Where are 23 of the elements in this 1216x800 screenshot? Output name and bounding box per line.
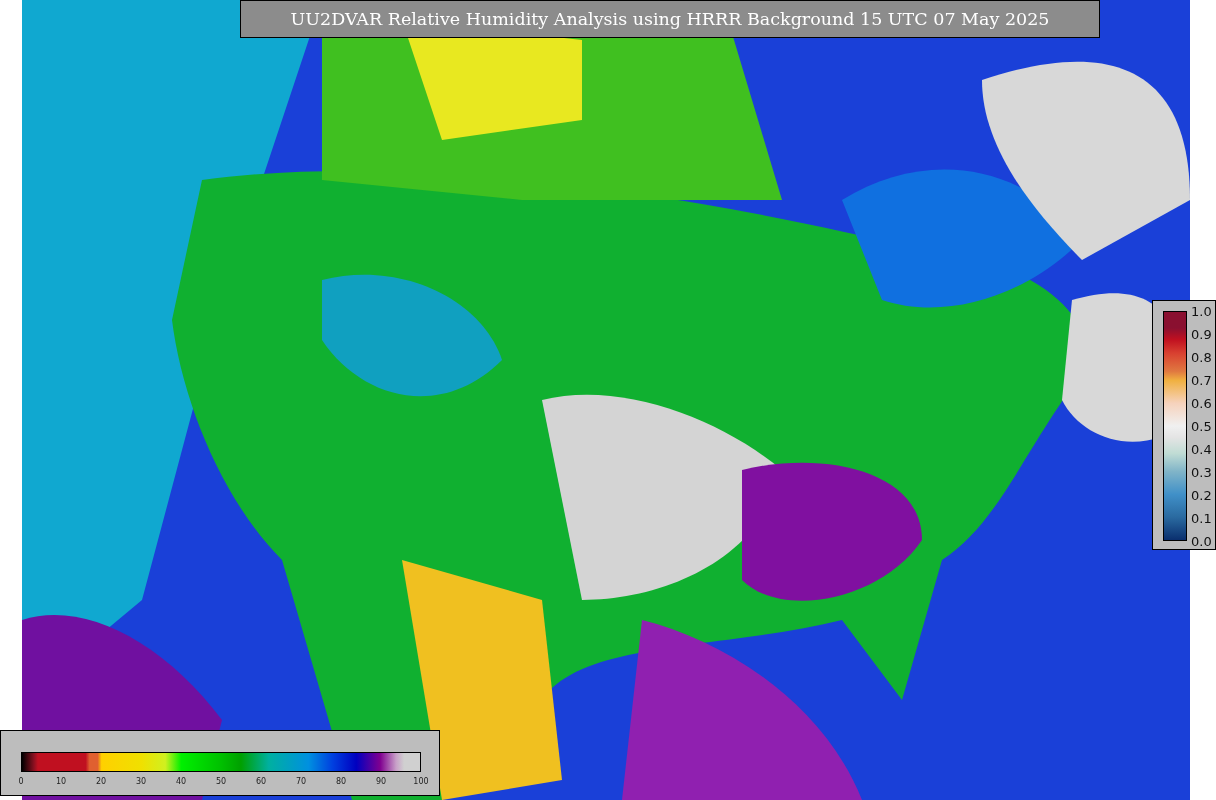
colorbar-tick-label: 0.0	[1191, 533, 1212, 549]
colorbar-tick-label: 50	[215, 777, 227, 786]
colorbar-tick-label: 10	[55, 777, 67, 786]
colorbar-tick-label: 100	[413, 777, 429, 786]
colorbar-tick-label: 70	[295, 777, 307, 786]
colorbar-tick-label: 90	[375, 777, 387, 786]
map-title: UU2DVAR Relative Humidity Analysis using HRRR Background 15 UTC 07 May 2025	[240, 0, 1100, 38]
colorbar-tick-label: 0.3	[1191, 464, 1212, 480]
colorbar-tick-label: 0.4	[1191, 441, 1212, 457]
colorbar-tick-label: 0.9	[1191, 326, 1212, 342]
colorbar-tick-label: 0.5	[1191, 418, 1212, 434]
colorbar-tick-label: 1.0	[1191, 303, 1212, 319]
colorbar-tick-label: 0.8	[1191, 349, 1212, 365]
colorbar-tick-label: 0	[18, 777, 24, 786]
colorbar-tick-label: 30	[135, 777, 147, 786]
colorbar-tick-label: 0.6	[1191, 395, 1212, 411]
colorbar-tick-label: 0.2	[1191, 487, 1212, 503]
colorbar-tick-label: 80	[335, 777, 347, 786]
colorbar-tick-label: 40	[175, 777, 187, 786]
colorbar-tick-label: 0.7	[1191, 372, 1212, 388]
colorbar-tick-label: 0.1	[1191, 510, 1212, 526]
colorbar-tick-label: 60	[255, 777, 267, 786]
colorbar-tick-label: 20	[95, 777, 107, 786]
